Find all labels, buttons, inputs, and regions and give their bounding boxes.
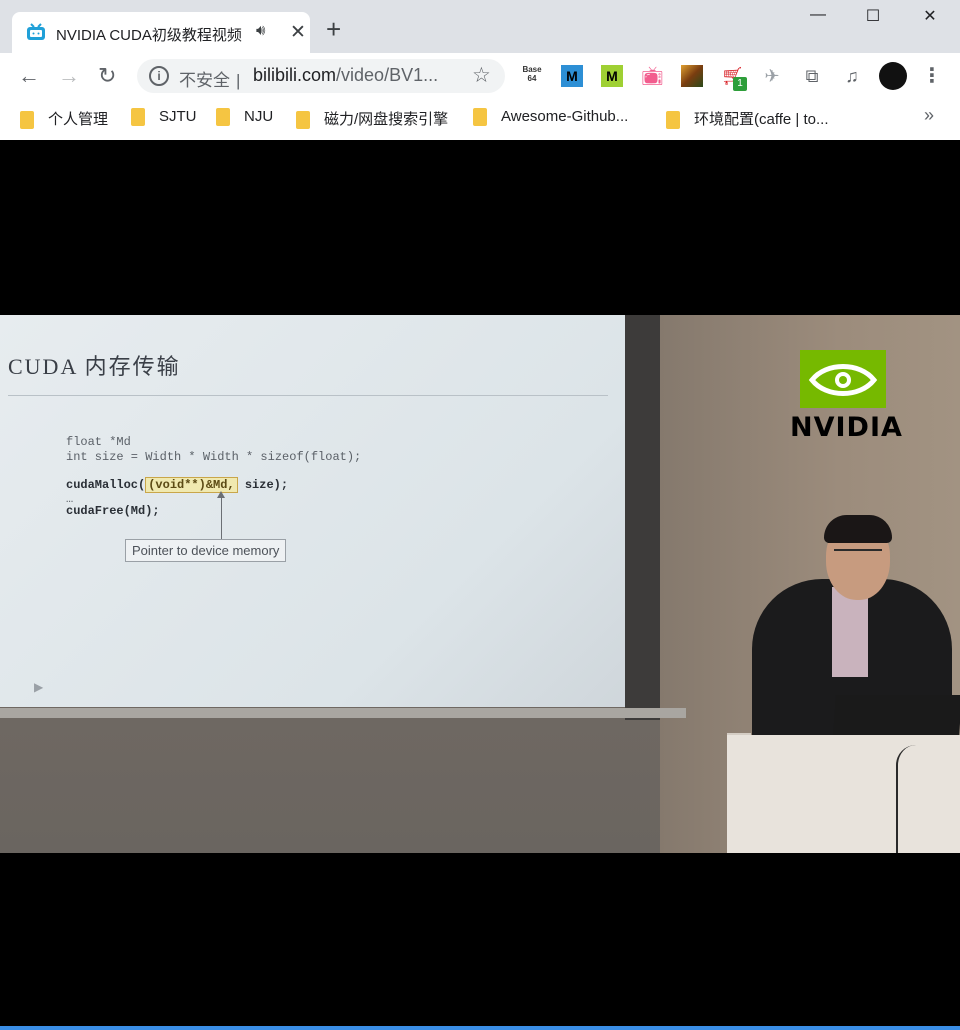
- bookmarks-overflow-button[interactable]: »: [924, 105, 934, 126]
- bookmark-folder[interactable]: SJTU: [131, 108, 197, 128]
- bookmark-star-icon[interactable]: ☆: [472, 63, 491, 88]
- folder-icon: [131, 108, 145, 127]
- security-label: 不安全 |: [179, 71, 241, 90]
- screen-bottom-bar: [0, 708, 686, 718]
- nvidia-eye-icon: [808, 364, 878, 396]
- podium-cable: [896, 745, 938, 853]
- bookmark-folder[interactable]: Awesome-Github...: [473, 108, 628, 128]
- folder-icon: [666, 111, 680, 130]
- bookmark-folder[interactable]: NJU: [216, 108, 273, 128]
- puzzle-extensions-icon[interactable]: ⧉: [801, 65, 823, 87]
- tab-close-button[interactable]: ✕: [290, 21, 306, 44]
- code-line: float *Md: [66, 435, 131, 449]
- maximize-button[interactable]: ☐: [853, 6, 893, 34]
- presenter-shirt: [832, 587, 868, 677]
- slide-nav-icon: ▶: [34, 680, 44, 694]
- video-player[interactable]: CUDA 内存传输 float *Md int size = Width * W…: [0, 140, 960, 1028]
- callout-arrow-line: [221, 495, 222, 540]
- slide-title: CUDA 内存传输: [8, 354, 181, 379]
- screen-frame: [625, 315, 660, 720]
- taskbar-edge: [0, 1026, 960, 1030]
- video-frame: CUDA 内存传输 float *Md int size = Width * W…: [0, 315, 960, 853]
- browser-toolbar: ← → ↻ i 不安全 | bilibili.com/video/BV1... ☆…: [0, 53, 960, 99]
- new-tab-button[interactable]: +: [326, 16, 341, 42]
- menu-icon[interactable]: ⋮: [921, 65, 943, 87]
- m-extension-icon[interactable]: M: [601, 65, 623, 87]
- folder-icon: [216, 108, 230, 127]
- back-button[interactable]: ←: [18, 63, 40, 89]
- presenter-glasses: [834, 549, 882, 561]
- image-extension-icon[interactable]: [681, 65, 703, 87]
- bilibili-extension-icon[interactable]: 📺︎: [641, 65, 664, 87]
- reload-button[interactable]: ↻: [98, 63, 116, 89]
- folder-icon: [473, 108, 487, 127]
- slide-callout: Pointer to device memory: [125, 539, 287, 562]
- bilibili-favicon-icon: [27, 23, 45, 40]
- presenter-hair: [824, 515, 892, 543]
- bookmark-folder[interactable]: 环境配置(caffe | to...: [666, 108, 829, 130]
- bookmark-folder[interactable]: 个人管理: [20, 108, 108, 130]
- mendeley-extension-icon[interactable]: M: [561, 65, 583, 87]
- folder-icon: [20, 111, 34, 130]
- projection-screen: CUDA 内存传输 float *Md int size = Width * W…: [0, 315, 632, 707]
- window-titlebar: NVIDIA CUDA初级教程视频 🔊︎ ✕ + — ☐ ✕: [0, 0, 960, 53]
- address-bar[interactable]: i 不安全 | bilibili.com/video/BV1... ☆: [137, 59, 505, 93]
- media-control-icon[interactable]: ♫: [841, 65, 863, 87]
- nvidia-wordmark: NVIDIA: [790, 412, 903, 443]
- slide-divider: [8, 395, 608, 396]
- bookmark-folder[interactable]: 磁力/网盘搜索引擎: [296, 108, 448, 130]
- code-line: int size = Width * Width * sizeof(float)…: [66, 450, 362, 464]
- base64-extension-icon[interactable]: Base 64: [521, 65, 543, 87]
- code-line-malloc: cudaMalloc((void**)&Md, size);: [66, 477, 289, 493]
- cart-extension-icon[interactable]: 🛒︎ 1: [721, 65, 747, 91]
- minimize-button[interactable]: —: [798, 6, 838, 34]
- info-icon[interactable]: i: [149, 66, 169, 86]
- bookmarks-bar: 个人管理 SJTU NJU 磁力/网盘搜索引擎 Awesome-Github..…: [0, 99, 960, 141]
- cart-badge: 1: [733, 77, 747, 91]
- speaker-icon[interactable]: 🔊︎: [256, 22, 265, 39]
- browser-tab[interactable]: NVIDIA CUDA初级教程视频 🔊︎ ✕: [12, 12, 310, 53]
- bird-extension-icon[interactable]: ✈︎: [761, 65, 783, 87]
- profile-avatar[interactable]: [879, 62, 907, 90]
- close-window-button[interactable]: ✕: [910, 6, 950, 34]
- code-line: cudaFree(Md);: [66, 504, 160, 518]
- folder-icon: [296, 111, 310, 130]
- forward-button[interactable]: →: [58, 63, 80, 89]
- url-text[interactable]: bilibili.com/video/BV1...: [253, 65, 438, 86]
- tab-title: NVIDIA CUDA初级教程视频: [56, 27, 242, 44]
